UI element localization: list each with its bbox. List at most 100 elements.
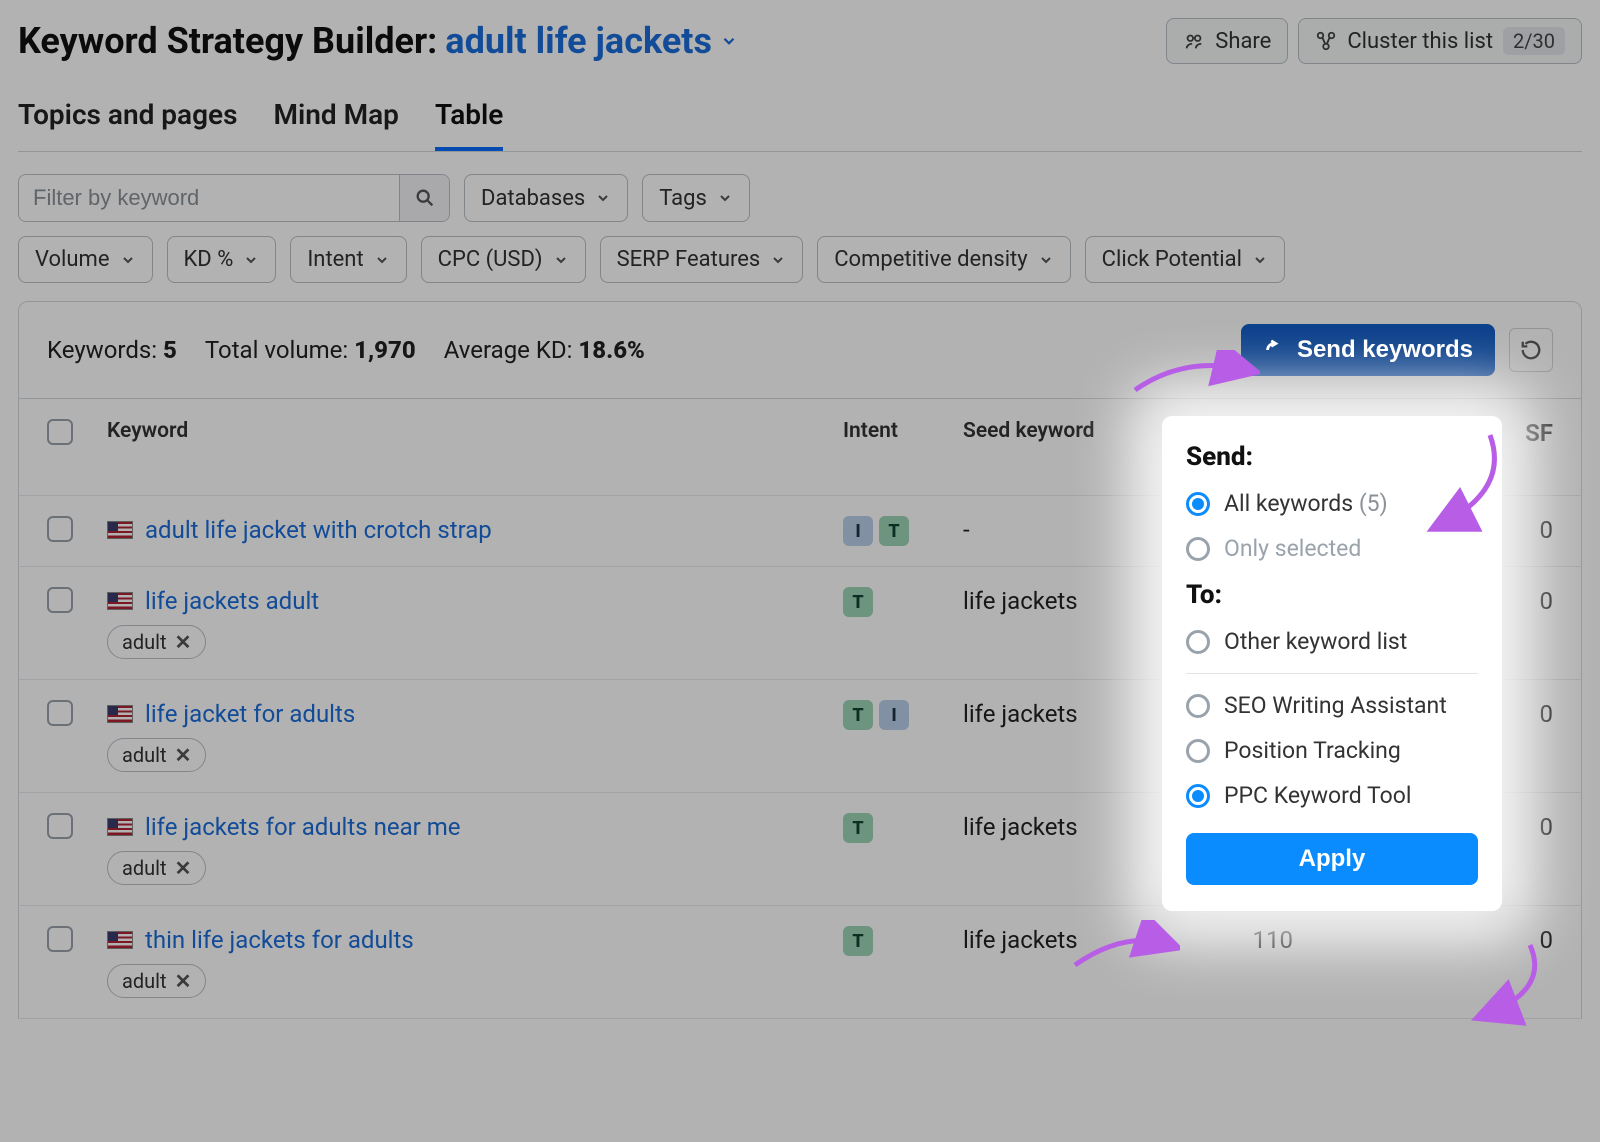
volume-filter[interactable]: Volume (18, 236, 153, 283)
remove-tag-icon[interactable]: ✕ (175, 969, 192, 993)
density-label: Competitive density (834, 247, 1027, 272)
send-keywords-button[interactable]: Send keywords (1241, 324, 1495, 376)
intent-filter[interactable]: Intent (290, 236, 406, 283)
kd-filter[interactable]: KD % (167, 236, 277, 283)
radio-position-tracking[interactable]: Position Tracking (1186, 737, 1478, 764)
databases-label: Databases (481, 186, 585, 211)
stat-total-volume: Total volume: 1,970 (205, 336, 416, 364)
tag-chip[interactable]: adult✕ (107, 625, 206, 659)
chevron-down-icon (120, 252, 136, 268)
keyword-filter (18, 174, 450, 222)
radio-only-selected: Only selected (1186, 535, 1478, 562)
radio-other-keyword-list[interactable]: Other keyword list (1186, 628, 1478, 655)
cpc-filter[interactable]: CPC (USD) (421, 236, 586, 283)
radio-all-keywords[interactable]: All keywords (5) (1186, 490, 1478, 517)
cluster-label: Cluster this list (1347, 29, 1493, 54)
row-checkbox[interactable] (47, 516, 73, 542)
filter-input[interactable] (19, 175, 399, 221)
row-checkbox[interactable] (47, 587, 73, 613)
click-potential-filter[interactable]: Click Potential (1085, 236, 1285, 283)
topic-dropdown[interactable]: adult life jackets (445, 20, 738, 62)
radio-icon (1186, 784, 1210, 808)
col-keyword[interactable]: Keyword (107, 419, 843, 443)
table-row: thin life jackets for adults adult✕ Tlife … (18, 906, 1582, 1019)
kd-label: KD % (184, 247, 234, 272)
tab-table[interactable]: Table (435, 92, 503, 151)
us-flag-icon (107, 592, 133, 610)
share-icon (1183, 30, 1205, 52)
remove-tag-icon[interactable]: ✕ (175, 630, 192, 654)
chevron-down-icon (1038, 252, 1054, 268)
keyword-link[interactable]: life jackets for adults near me (145, 813, 460, 841)
stats-bar: Keywords: 5 Total volume: 1,970 Average … (18, 301, 1582, 399)
tag-chip[interactable]: adult✕ (107, 738, 206, 772)
send-label: Send keywords (1297, 336, 1473, 364)
databases-filter[interactable]: Databases (464, 174, 628, 222)
volume-value: 110 (1153, 926, 1293, 954)
keyword-link[interactable]: life jackets adult (145, 587, 319, 615)
to-section-label: To: (1186, 580, 1478, 610)
view-tabs: Topics and pages Mind Map Table (18, 92, 1582, 152)
seed-keyword: life jackets (963, 813, 1153, 841)
apply-button[interactable]: Apply (1186, 833, 1478, 885)
intent-badge: T (843, 700, 873, 730)
cluster-icon (1315, 30, 1337, 52)
tool-name: Keyword Strategy Builder: (18, 20, 437, 62)
remove-tag-icon[interactable]: ✕ (175, 856, 192, 880)
clickpot-label: Click Potential (1102, 247, 1242, 272)
intent-badge: I (843, 516, 873, 546)
share-button[interactable]: Share (1166, 18, 1288, 64)
cluster-button[interactable]: Cluster this list 2/30 (1298, 18, 1582, 64)
row-checkbox[interactable] (47, 813, 73, 839)
serp-label: SERP Features (617, 247, 761, 272)
keyword-link[interactable]: thin life jackets for adults (145, 926, 414, 954)
tag-chip[interactable]: adult✕ (107, 964, 206, 998)
select-all-checkbox[interactable] (47, 419, 73, 445)
intent-badge: T (843, 587, 873, 617)
search-button[interactable] (399, 175, 449, 221)
tags-filter[interactable]: Tags (642, 174, 750, 222)
cluster-count: 2/30 (1503, 27, 1565, 55)
intent-badge: T (843, 813, 873, 843)
tab-topics-pages[interactable]: Topics and pages (18, 92, 238, 151)
share-label: Share (1215, 29, 1271, 54)
send-section-label: Send: (1186, 442, 1478, 472)
row-checkbox[interactable] (47, 926, 73, 952)
chevron-down-icon (720, 32, 738, 50)
topic-name: adult life jackets (445, 20, 712, 62)
radio-icon (1186, 739, 1210, 763)
us-flag-icon (107, 818, 133, 836)
keyword-link[interactable]: adult life jacket with crotch strap (145, 516, 492, 544)
tab-mind-map[interactable]: Mind Map (274, 92, 399, 151)
volume-label: Volume (35, 247, 110, 272)
intent-badge: I (879, 700, 909, 730)
stat-average-kd: Average KD: 18.6% (444, 336, 645, 364)
competitive-density-filter[interactable]: Competitive density (817, 236, 1070, 283)
search-icon (414, 187, 436, 209)
radio-ppc-keyword-tool[interactable]: PPC Keyword Tool (1186, 782, 1478, 809)
stat-keywords: Keywords: 5 (47, 336, 177, 364)
col-intent[interactable]: Intent (843, 419, 963, 443)
row-checkbox[interactable] (47, 700, 73, 726)
col-seed[interactable]: Seed keyword (963, 419, 1153, 443)
intent-badge: T (843, 926, 873, 956)
chevron-down-icon (243, 252, 259, 268)
intent-badge: T (879, 516, 909, 546)
seed-keyword: life jackets (963, 926, 1153, 954)
tag-chip[interactable]: adult✕ (107, 851, 206, 885)
serp-features-filter[interactable]: SERP Features (600, 236, 804, 283)
chevron-down-icon (374, 252, 390, 268)
seed-keyword: - (963, 516, 1153, 544)
remove-tag-icon[interactable]: ✕ (175, 743, 192, 767)
cpc-label: CPC (USD) (438, 247, 543, 272)
keyword-link[interactable]: life jacket for adults (145, 700, 355, 728)
intent-label: Intent (307, 247, 363, 272)
radio-icon (1186, 694, 1210, 718)
radio-icon (1186, 492, 1210, 516)
chevron-down-icon (770, 252, 786, 268)
radio-seo-writing-assistant[interactable]: SEO Writing Assistant (1186, 692, 1478, 719)
send-keywords-popover: Send: All keywords (5) Only selected To:… (1162, 416, 1502, 911)
refresh-button[interactable] (1509, 328, 1553, 372)
us-flag-icon (107, 705, 133, 723)
seed-keyword: life jackets (963, 700, 1153, 728)
